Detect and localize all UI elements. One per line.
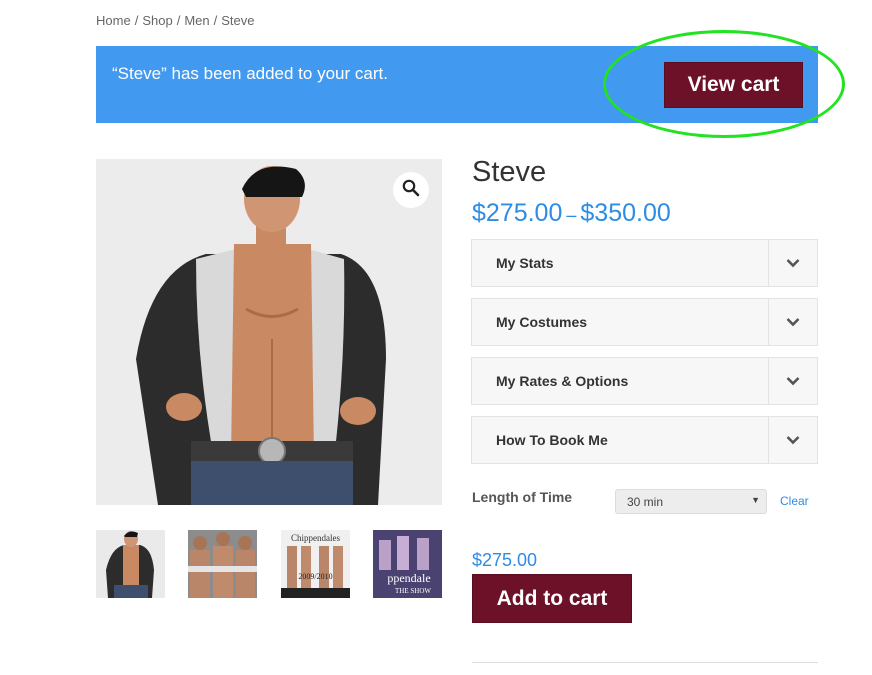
length-of-time-select[interactable]: 30 min ▼ — [615, 489, 767, 514]
thumbnail-image — [96, 530, 165, 598]
product-title: Steve — [472, 156, 547, 188]
thumbnail-text: ppendale — [387, 571, 430, 585]
thumbnail-text: 2009/2010 — [298, 572, 332, 581]
thumbnail-image: ppendale THE SHOW — [373, 530, 442, 598]
accordion-label: My Stats — [496, 255, 554, 271]
view-cart-button[interactable]: View cart — [664, 62, 803, 108]
product-thumbnail[interactable]: Chippendales 2009/2010 — [281, 530, 350, 598]
accordion-label: How To Book Me — [496, 432, 608, 448]
price-min: $275.00 — [472, 199, 563, 227]
cart-notice-message: “Steve” has been added to your cart. — [112, 64, 388, 83]
cart-notice: “Steve” has been added to your cart. Vie… — [96, 46, 818, 123]
accordion-my-rates-options[interactable]: My Rates & Options — [471, 357, 818, 405]
variation-price: $275.00 — [472, 550, 538, 570]
breadcrumb-separator: / — [213, 13, 218, 28]
breadcrumb-home[interactable]: Home — [96, 13, 131, 28]
accordion-label: My Rates & Options — [496, 373, 629, 389]
accordion-how-to-book-me[interactable]: How To Book Me — [471, 416, 818, 464]
product-thumbnail[interactable]: ppendale THE SHOW — [373, 530, 442, 598]
divider — [472, 662, 818, 663]
breadcrumb-men[interactable]: Men — [184, 13, 209, 28]
zoom-button[interactable] — [393, 172, 429, 208]
product-thumbnail[interactable] — [96, 530, 165, 598]
accordion-my-stats[interactable]: My Stats — [471, 239, 818, 287]
product-main-image[interactable] — [96, 159, 442, 505]
add-to-cart-button[interactable]: Add to cart — [472, 574, 632, 623]
chevron-down-icon[interactable] — [768, 417, 817, 463]
variation-label: Length of Time — [472, 489, 573, 505]
magnifier-icon — [402, 179, 420, 202]
breadcrumb-shop[interactable]: Shop — [142, 13, 172, 28]
breadcrumb: Home / Shop / Men / Steve — [96, 13, 254, 28]
thumbnail-text: THE SHOW — [395, 587, 431, 595]
breadcrumb-separator: / — [134, 13, 139, 28]
product-photo — [96, 159, 442, 505]
thumbnail-image: Chippendales 2009/2010 — [281, 530, 350, 598]
chevron-down-icon[interactable] — [768, 358, 817, 404]
select-value: 30 min — [627, 495, 664, 509]
product-thumbnail[interactable] — [188, 530, 257, 598]
breadcrumb-current: Steve — [221, 13, 255, 28]
accordion-label: My Costumes — [496, 314, 588, 330]
price-max: $350.00 — [580, 199, 671, 227]
accordion-my-costumes[interactable]: My Costumes — [471, 298, 818, 346]
thumbnail-image — [188, 530, 257, 598]
price-dash: – — [566, 205, 577, 225]
product-price-range: $275.00– $350.00 — [472, 199, 671, 228]
breadcrumb-separator: / — [176, 13, 181, 28]
thumbnail-text: Chippendales — [291, 533, 340, 543]
clear-link[interactable]: Clear — [780, 494, 809, 508]
chevron-down-icon[interactable] — [768, 240, 817, 286]
caret-down-icon: ▼ — [751, 495, 760, 505]
chevron-down-icon[interactable] — [768, 299, 817, 345]
